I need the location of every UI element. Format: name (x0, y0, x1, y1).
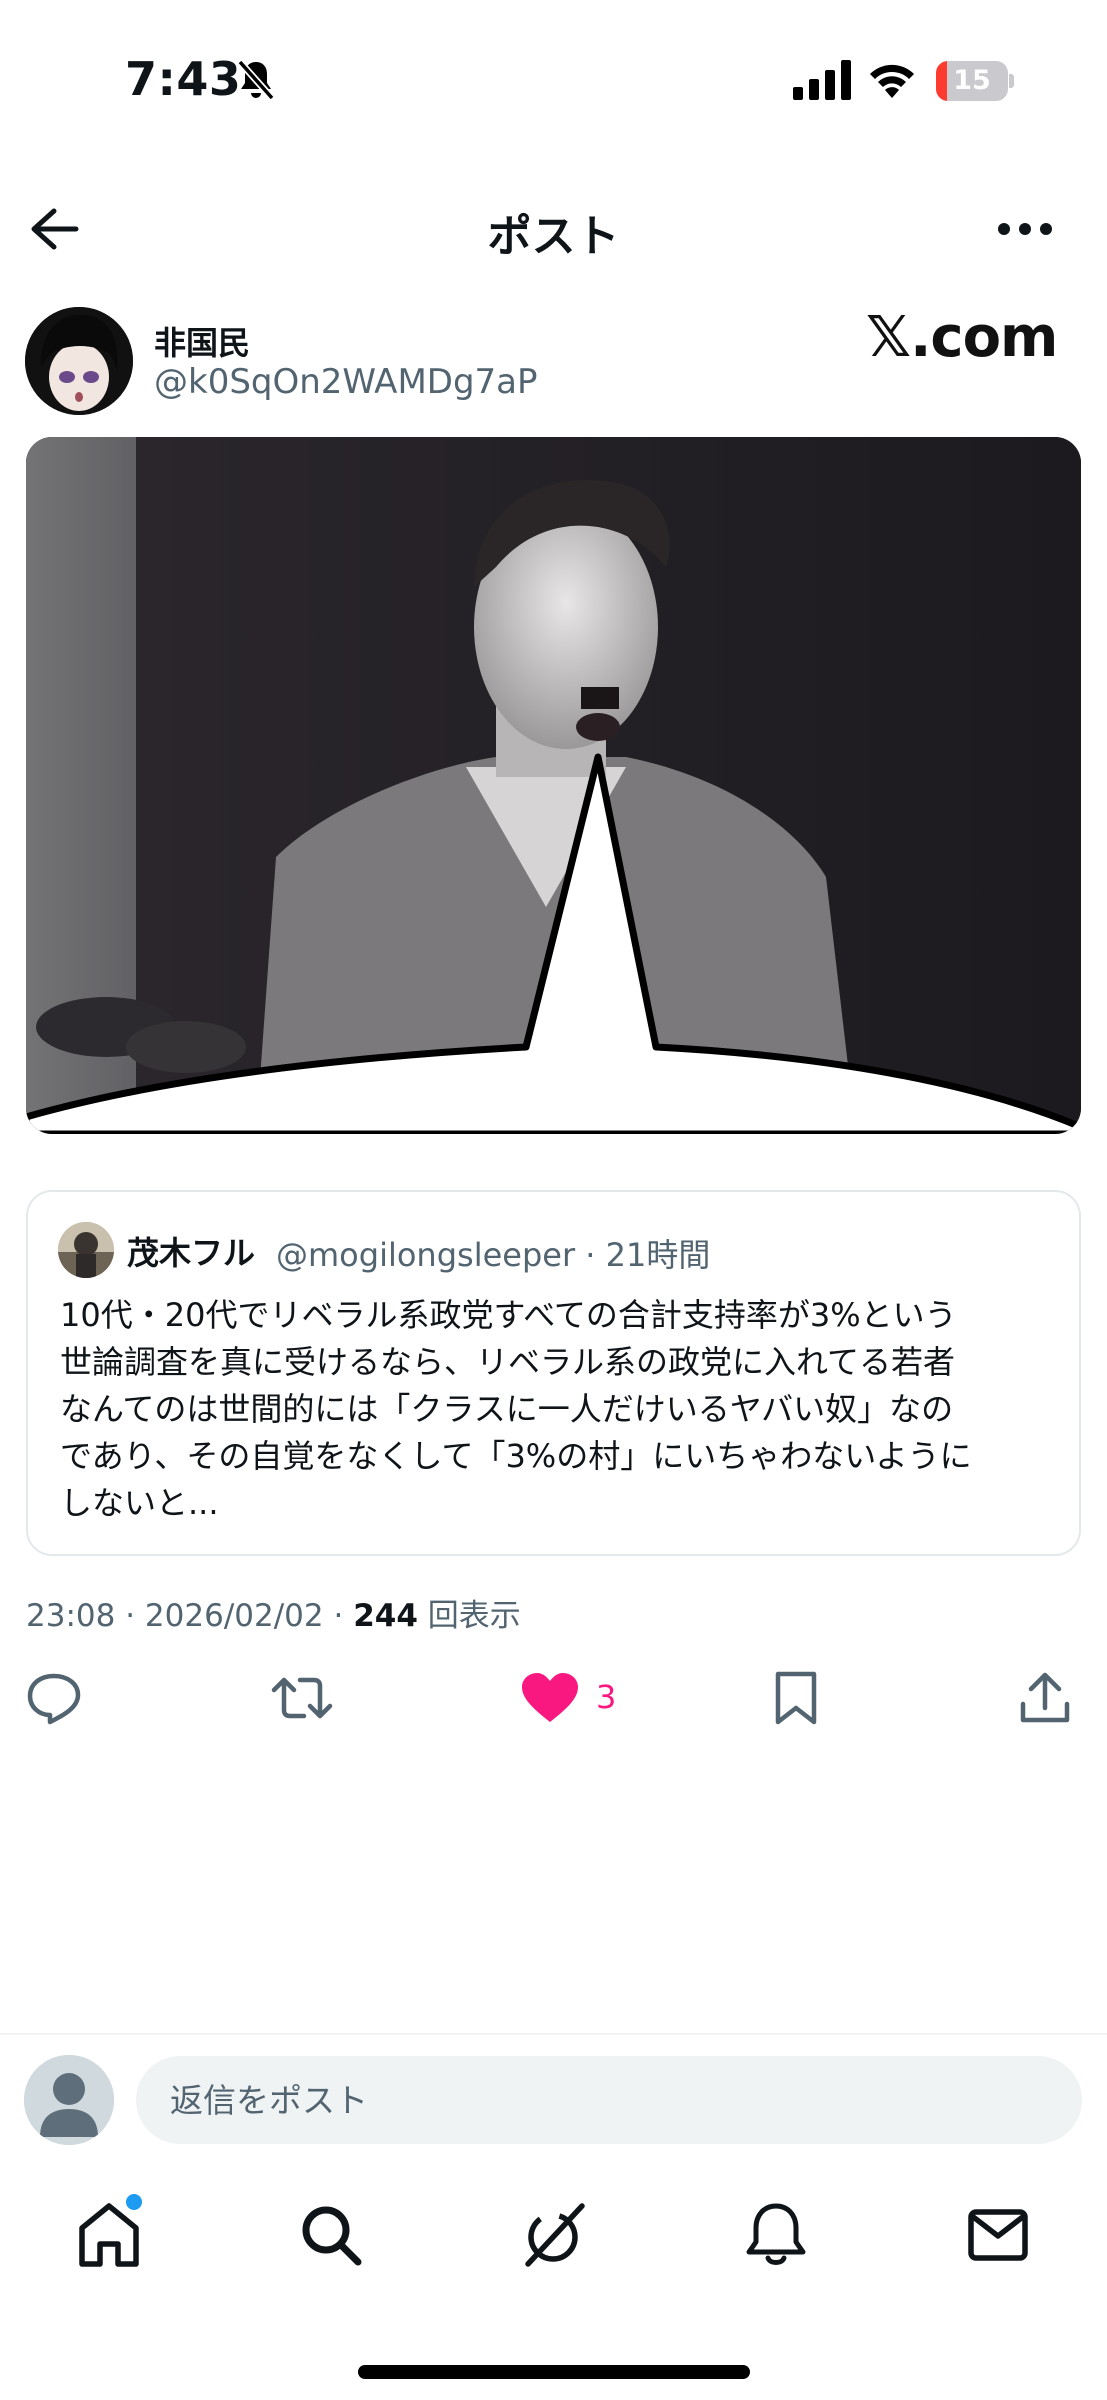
quoted-post[interactable]: 茂木フル @mogilongsleeper · 21時間 10代・20代でリベラ… (26, 1190, 1081, 1556)
repost-icon (271, 1677, 333, 1719)
meta-separator: · (585, 1236, 606, 1274)
nav-notifications[interactable] (744, 2200, 814, 2270)
like-button[interactable]: 3 (520, 1670, 630, 1730)
reply-input[interactable] (136, 2056, 1082, 2144)
battery-percent: 15 (953, 65, 991, 96)
search-icon (302, 2206, 362, 2266)
nav-home[interactable] (76, 2200, 146, 2270)
messages-icon (968, 2209, 1028, 2261)
quoted-author-meta: @mogilongsleeper · 21時間 (276, 1230, 710, 1276)
view-count: 244 (353, 1598, 418, 1634)
notification-dot (126, 2194, 142, 2210)
author-name[interactable]: 非国民 (154, 318, 250, 364)
grok-icon (525, 2203, 585, 2267)
home-indicator (358, 2365, 750, 2379)
post-image[interactable] (26, 437, 1081, 1134)
more-options-icon[interactable] (996, 212, 1054, 246)
bookmark-button[interactable] (772, 1670, 822, 1730)
author-handle[interactable]: @k0SqOn2WAMDg7aP (154, 362, 538, 402)
bookmark-icon (775, 1671, 817, 1725)
bell-off-icon (237, 59, 275, 101)
reply-icon (27, 1673, 81, 1725)
xcom-watermark: 𝕏.com (866, 305, 1058, 370)
quoted-author-avatar[interactable] (58, 1222, 114, 1278)
nav-search[interactable] (298, 2200, 368, 2270)
quoted-post-text: 10代・20代でリベラル系政党すべての合計支持率が3%という 世論調査を真に受け… (60, 1296, 972, 1522)
heart-filled-icon (522, 1673, 578, 1722)
share-icon (1020, 1672, 1070, 1723)
user-avatar[interactable] (24, 2055, 114, 2145)
quoted-author-name: 茂木フル (127, 1234, 256, 1272)
divider (0, 2033, 1107, 2035)
author-avatar[interactable] (25, 307, 133, 415)
post-time: 23:08 (26, 1598, 116, 1634)
quoted-author-handle: @mogilongsleeper (276, 1236, 576, 1274)
meta-separator: · (333, 1598, 354, 1634)
quoted-post-time: 21時間 (605, 1236, 711, 1274)
status-bar: 7:43 15 (0, 0, 1107, 160)
notifications-icon (746, 2203, 806, 2265)
view-label: 回表示 (427, 1598, 521, 1634)
reply-button[interactable] (26, 1670, 86, 1730)
post-date: 2026/02/02 (144, 1598, 324, 1634)
home-icon (79, 2203, 139, 2267)
share-button[interactable] (1018, 1670, 1072, 1730)
meta-separator: · (125, 1598, 145, 1634)
like-count: 3 (596, 1678, 617, 1716)
repost-button[interactable] (270, 1670, 334, 1730)
page-title: ポスト (487, 211, 620, 262)
nav-messages[interactable] (966, 2200, 1036, 2270)
wifi-icon (870, 64, 914, 98)
post-meta: 23:08 · 2026/02/02 · 244 回表示 (26, 1590, 521, 1635)
status-time: 7:43 (125, 52, 242, 106)
battery-indicator: 15 (936, 61, 1014, 101)
nav-grok[interactable] (520, 2200, 590, 2270)
cellular-signal-icon (793, 60, 851, 100)
